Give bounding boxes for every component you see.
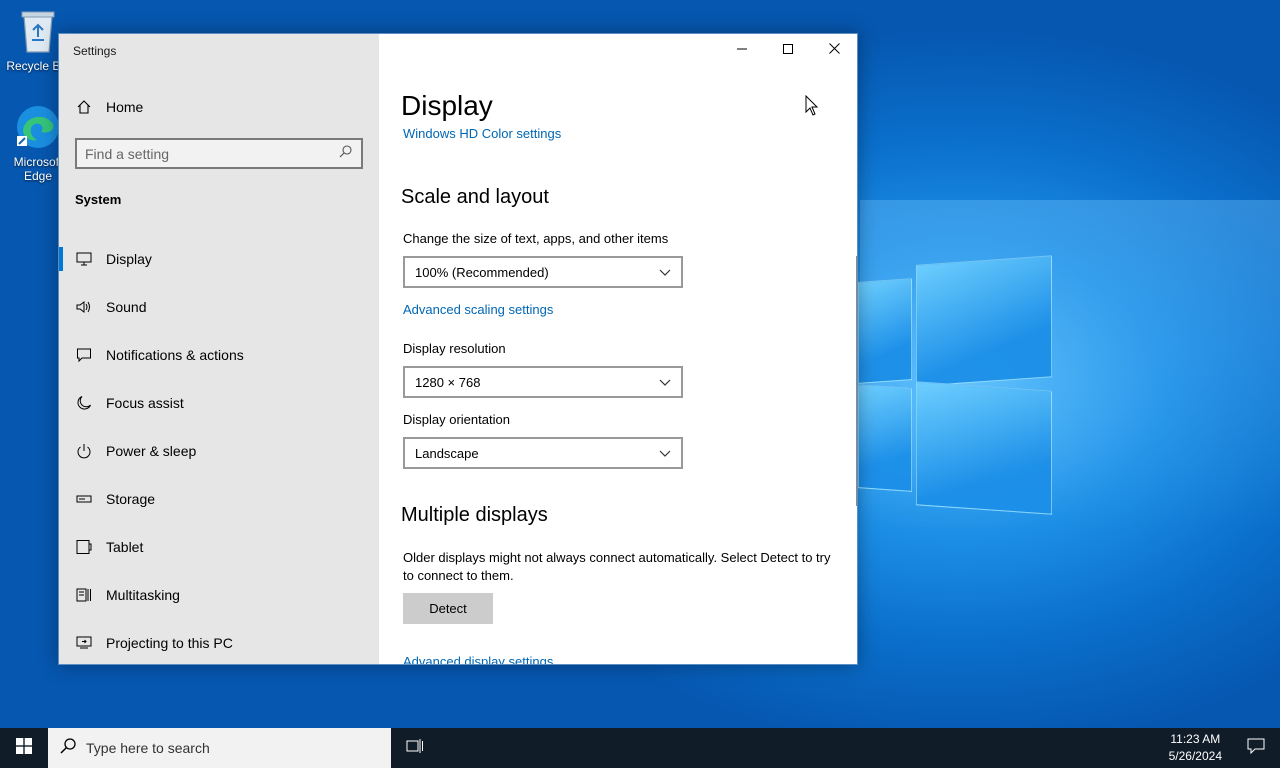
sidebar-nav-list: Display Sound Notifications & actions Fo… bbox=[59, 235, 379, 664]
start-button[interactable] bbox=[0, 728, 48, 768]
home-nav-item[interactable]: Home bbox=[75, 98, 143, 115]
maximize-button[interactable] bbox=[765, 34, 811, 66]
home-label: Home bbox=[106, 98, 144, 115]
projector-icon bbox=[75, 635, 92, 652]
multitasking-icon bbox=[75, 587, 92, 604]
sidebar-item-label: Display bbox=[106, 251, 152, 267]
scale-value: 100% (Recommended) bbox=[415, 264, 549, 280]
message-icon bbox=[75, 347, 92, 364]
mouse-cursor-icon bbox=[805, 94, 819, 122]
clock-date: 5/26/2024 bbox=[1168, 749, 1222, 763]
advanced-scaling-link[interactable]: Advanced scaling settings bbox=[403, 302, 553, 317]
clock-time: 11:23 AM bbox=[1170, 732, 1221, 746]
storage-icon bbox=[75, 491, 92, 508]
power-icon bbox=[75, 443, 92, 460]
resolution-value: 1280 × 768 bbox=[415, 374, 481, 390]
scale-layout-heading: Scale and layout bbox=[401, 186, 549, 208]
search-icon[interactable] bbox=[339, 144, 353, 163]
task-view-icon bbox=[406, 738, 424, 759]
maximize-icon bbox=[783, 41, 793, 59]
chevron-down-icon bbox=[659, 265, 671, 280]
close-icon bbox=[828, 41, 840, 59]
windows-logo-wallpaper bbox=[858, 255, 1054, 515]
sidebar-item-label: Notifications & actions bbox=[106, 347, 244, 363]
scale-dropdown[interactable]: 100% (Recommended) bbox=[403, 256, 683, 288]
action-center-button[interactable] bbox=[1242, 736, 1270, 760]
orientation-value: Landscape bbox=[415, 445, 479, 461]
find-setting-box[interactable] bbox=[75, 138, 363, 169]
sidebar-section-title: System bbox=[75, 192, 122, 207]
window-controls bbox=[719, 34, 857, 66]
notification-icon bbox=[1247, 738, 1265, 759]
sidebar-item-notifications[interactable]: Notifications & actions bbox=[59, 331, 379, 379]
content-scrollbar[interactable] bbox=[856, 256, 857, 506]
advanced-display-settings-link[interactable]: Advanced display settings bbox=[403, 654, 553, 664]
chevron-down-icon bbox=[659, 446, 671, 461]
detect-button[interactable]: Detect bbox=[403, 593, 493, 624]
sidebar-item-storage[interactable]: Storage bbox=[59, 475, 379, 523]
search-icon bbox=[60, 737, 76, 759]
hd-color-settings-link[interactable]: Windows HD Color settings bbox=[403, 126, 561, 141]
chevron-down-icon bbox=[659, 375, 671, 390]
settings-sidebar: Settings Home System Display bbox=[59, 34, 379, 664]
sidebar-item-label: Tablet bbox=[106, 539, 144, 555]
edge-label: Microsoft Edge bbox=[13, 155, 63, 183]
scale-label: Change the size of text, apps, and other… bbox=[403, 231, 669, 246]
task-view-button[interactable] bbox=[391, 728, 439, 768]
orientation-label: Display orientation bbox=[403, 412, 510, 427]
windows-start-icon bbox=[16, 737, 32, 759]
monitor-icon bbox=[75, 251, 92, 268]
sidebar-item-label: Focus assist bbox=[106, 395, 184, 411]
close-button[interactable] bbox=[811, 34, 857, 66]
multiple-displays-description: Older displays might not always connect … bbox=[403, 550, 831, 583]
sidebar-item-label: Multitasking bbox=[106, 587, 180, 603]
sidebar-item-tablet[interactable]: Tablet bbox=[59, 523, 379, 571]
sidebar-item-label: Power & sleep bbox=[106, 443, 197, 459]
sidebar-item-sound[interactable]: Sound bbox=[59, 283, 379, 331]
settings-content-pane: Display Windows HD Color settings Scale … bbox=[379, 34, 857, 664]
sidebar-item-multitasking[interactable]: Multitasking bbox=[59, 571, 379, 619]
minimize-icon bbox=[737, 41, 747, 59]
tablet-icon bbox=[75, 539, 92, 556]
sidebar-item-label: Storage bbox=[106, 491, 156, 507]
resolution-dropdown[interactable]: 1280 × 768 bbox=[403, 366, 683, 398]
multiple-displays-heading: Multiple displays bbox=[401, 504, 548, 526]
speaker-icon bbox=[75, 299, 92, 316]
sidebar-item-display[interactable]: Display bbox=[59, 235, 379, 283]
taskbar-clock[interactable]: 11:23 AM 5/26/2024 bbox=[1169, 731, 1222, 765]
sidebar-item-power-sleep[interactable]: Power & sleep bbox=[59, 427, 379, 475]
sidebar-item-focus-assist[interactable]: Focus assist bbox=[59, 379, 379, 427]
taskbar-search-input[interactable] bbox=[86, 740, 376, 756]
minimize-button[interactable] bbox=[719, 34, 765, 66]
taskbar-search-box[interactable] bbox=[48, 728, 391, 768]
page-title: Display bbox=[401, 90, 493, 121]
find-setting-input[interactable] bbox=[85, 140, 339, 167]
resolution-label: Display resolution bbox=[403, 341, 506, 356]
moon-icon bbox=[75, 395, 92, 412]
settings-window: Settings Home System Display bbox=[58, 33, 858, 665]
sidebar-item-projecting[interactable]: Projecting to this PC bbox=[59, 619, 379, 664]
taskbar bbox=[0, 728, 1280, 768]
window-title: Settings bbox=[73, 44, 117, 58]
home-icon bbox=[75, 98, 92, 115]
orientation-dropdown[interactable]: Landscape bbox=[403, 437, 683, 469]
sidebar-item-label: Sound bbox=[106, 299, 147, 315]
sidebar-item-label: Projecting to this PC bbox=[106, 635, 233, 651]
